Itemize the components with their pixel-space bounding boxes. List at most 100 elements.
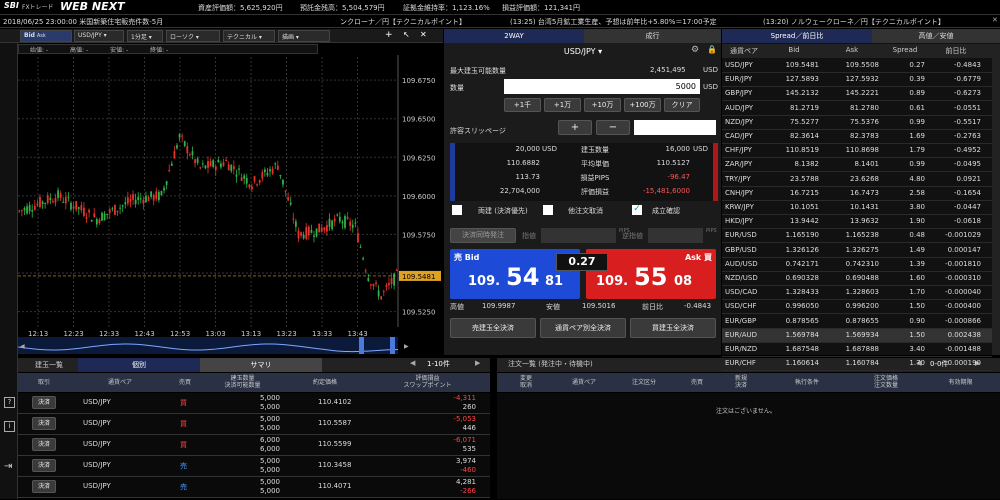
tab-highlow[interactable]: 高値／安値 [872, 29, 1000, 43]
price-chart[interactable]: 109.6750 109.6500 109.6250 109.6000 109.5750… [18, 55, 443, 355]
rate-row[interactable]: EUR/NZD 1.687548 1.687888 3.40 -0.001488 [722, 343, 992, 357]
hedge-checkbox[interactable] [452, 205, 462, 215]
help-icon[interactable]: ? [4, 397, 15, 408]
positions-col-header[interactable]: 通貨ペア [70, 379, 170, 386]
positions-col-header[interactable]: 建玉数量 決済可能数量 [200, 375, 285, 389]
confirm-checkbox[interactable]: ✓ [632, 205, 642, 215]
tab-summary[interactable]: サマリ [200, 358, 322, 372]
settle-button[interactable]: 決済 [32, 396, 56, 409]
orders-col-header[interactable]: 注文区分 [613, 379, 675, 386]
qty-input[interactable]: 5000 [504, 79, 700, 94]
slippage-input[interactable] [634, 120, 716, 135]
next-page-icon[interactable]: ▶ [475, 359, 480, 367]
tab-orders[interactable]: 注文一覧 (発注中・待機中) [508, 359, 593, 369]
news-item[interactable]: (13:20) ノルウェークローネ／円【テクニカルポイント】 [763, 17, 945, 27]
navigator-handle[interactable] [359, 337, 364, 354]
rate-row[interactable]: AUD/USD 0.742171 0.742310 1.39 -0.001810 [722, 258, 992, 272]
rate-row[interactable]: EUR/GBP 0.878565 0.878655 0.90 -0.000866 [722, 315, 992, 329]
news-item[interactable]: (13:25) 台湾5月鉱工業生産、予想は前年比+5.80%＝17:00予定 [510, 17, 717, 27]
rate-row[interactable]: GBP/USD 1.326126 1.326275 1.49 0.000147 [722, 244, 992, 258]
close-icon[interactable]: ✕ [992, 16, 998, 24]
add-1m-button[interactable]: +100万 [624, 98, 661, 112]
rates-col-header[interactable]: Bid [766, 46, 822, 54]
tab-positions[interactable]: 建玉一覧 [24, 359, 74, 372]
positions-col-header[interactable]: 約定価格 [285, 379, 365, 386]
simul-order-button[interactable]: 決済同時発注 [450, 228, 516, 243]
orders-col-header[interactable]: 執行条件 [763, 379, 851, 386]
positions-col-header[interactable]: 売買 [170, 379, 200, 386]
news-item[interactable]: ンクローナ／円【テクニカルポイント】 [340, 17, 466, 27]
tab-spread[interactable]: Spread／前日比 [722, 29, 872, 43]
rate-row[interactable]: KRW/JPY 10.1051 10.1431 3.80 -0.0447 [722, 201, 992, 215]
bid-ask-toggle[interactable]: Bid Ask [20, 30, 72, 42]
rate-row[interactable]: HKD/JPY 13.9442 13.9632 1.90 -0.0618 [722, 215, 992, 230]
scroll-right-icon[interactable]: ▶ [404, 343, 409, 350]
limit-input[interactable] [541, 228, 616, 243]
lock-icon[interactable]: 🔒 [707, 45, 717, 54]
orders-col-header[interactable]: 新規 決済 [719, 375, 763, 389]
settle-button[interactable]: 決済 [32, 417, 56, 430]
rate-row[interactable]: TRY/JPY 23.5788 23.6268 4.80 0.0921 [722, 173, 992, 187]
tab-2way[interactable]: 2WAY [444, 29, 584, 43]
close-by-pair-button[interactable]: 通貨ペア別全決済 [540, 318, 626, 338]
gear-icon[interactable]: ⚙ [691, 45, 699, 55]
chart-type-select[interactable]: ローソク ▾ [166, 30, 220, 42]
positions-col-header[interactable]: 評価損益 スワップポイント [365, 375, 490, 389]
rates-col-header[interactable]: Spread [882, 46, 928, 54]
add-10k-button[interactable]: +1万 [544, 98, 581, 112]
rate-row[interactable]: USD/CAD 1.328433 1.328603 1.70 -0.000040 [722, 286, 992, 301]
rates-col-header[interactable]: 前日比 [928, 46, 984, 56]
rate-row[interactable]: CAD/JPY 82.3614 82.3783 1.69 -0.2763 [722, 130, 992, 144]
positions-col-header[interactable]: 取引 [18, 379, 70, 386]
draw-select[interactable]: 描画 ▾ [278, 30, 330, 42]
add-100k-button[interactable]: +10万 [584, 98, 621, 112]
tab-individual[interactable]: 個別 [78, 358, 200, 372]
info-icon[interactable]: i [4, 421, 15, 432]
tab-market[interactable]: 成行 [584, 29, 721, 43]
rate-row[interactable]: CHF/JPY 110.8519 110.8698 1.79 -0.4952 [722, 144, 992, 159]
rates-col-header[interactable]: 通貨ペア [722, 46, 766, 56]
rate-row[interactable]: ZAR/JPY 8.1382 8.1401 0.99 -0.0495 [722, 158, 992, 173]
rate-row[interactable]: NZD/USD 0.690328 0.690488 1.60 -0.000310 [722, 272, 992, 286]
order-pair-select[interactable]: USD/JPY ▾ [448, 45, 718, 58]
rates-col-header[interactable]: Ask [822, 46, 882, 54]
orders-col-header[interactable]: 通貨ペア [555, 379, 613, 386]
rate-row[interactable]: USD/JPY 109.5481 109.5508 0.27 -0.4843 [722, 59, 992, 73]
clear-button[interactable]: クリア [664, 98, 700, 112]
rate-row[interactable]: EUR/AUD 1.569784 1.569934 1.50 0.002438 [722, 328, 992, 343]
close-all-buy-button[interactable]: 買建玉全決済 [630, 318, 716, 338]
prev-page-icon[interactable]: ◀ [410, 359, 415, 367]
slippage-plus-button[interactable]: + [558, 120, 592, 135]
stop-input[interactable] [648, 228, 703, 243]
pair-select[interactable]: USD/JPY ▾ [74, 30, 124, 42]
rate-row[interactable]: NZD/JPY 75.5277 75.5376 0.99 -0.5517 [722, 116, 992, 130]
rate-row[interactable]: EUR/JPY 127.5893 127.5932 0.39 -0.6779 [722, 73, 992, 88]
cursor-icon[interactable]: ↖ [403, 30, 410, 39]
technical-select[interactable]: テクニカル ▾ [223, 30, 275, 42]
close-all-sell-button[interactable]: 売建玉全決済 [450, 318, 536, 338]
settle-button[interactable]: 決済 [32, 480, 56, 493]
cancel-other-checkbox[interactable] [543, 205, 553, 215]
close-icon[interactable]: ✕ [420, 30, 427, 39]
logout-icon[interactable]: ⇥ [4, 461, 12, 472]
settle-button[interactable]: 決済 [32, 438, 56, 451]
interval-select[interactable]: 1分足 ▾ [127, 30, 163, 42]
rates-scrollbar[interactable] [992, 44, 1000, 355]
orders-col-header[interactable]: 注文価格 注文数量 [851, 375, 921, 389]
rate-row[interactable]: USD/CHF 0.996050 0.996200 1.50 -0.000400 [722, 300, 992, 315]
add-icon[interactable]: + [385, 30, 393, 40]
orders-col-header[interactable]: 変更 取消 [497, 375, 555, 389]
scroll-left-icon[interactable]: ◀ [20, 343, 25, 350]
add-1k-button[interactable]: +1千 [504, 98, 541, 112]
navigator-handle[interactable] [390, 337, 395, 354]
rate-row[interactable]: EUR/CHF 1.160614 1.160784 1.70 -0.000190 [722, 357, 992, 372]
orders-col-header[interactable]: 有効期限 [921, 379, 1000, 386]
orders-col-header[interactable]: 売買 [675, 379, 719, 386]
slippage-minus-button[interactable]: − [596, 120, 630, 135]
rate-row[interactable]: EUR/USD 1.165190 1.165238 0.48 -0.001029 [722, 229, 992, 244]
rate-row[interactable]: CNH/JPY 16.7215 16.7473 2.58 -0.1654 [722, 187, 992, 201]
rate-row[interactable]: AUD/JPY 81.2719 81.2780 0.61 -0.0551 [722, 102, 992, 116]
news-date[interactable]: 2018/06/25 23:00:00 米国新築住宅販売件数-5月 [3, 17, 163, 27]
settle-button[interactable]: 決済 [32, 459, 56, 472]
rate-row[interactable]: GBP/JPY 145.2132 145.2221 0.89 -0.6273 [722, 87, 992, 102]
